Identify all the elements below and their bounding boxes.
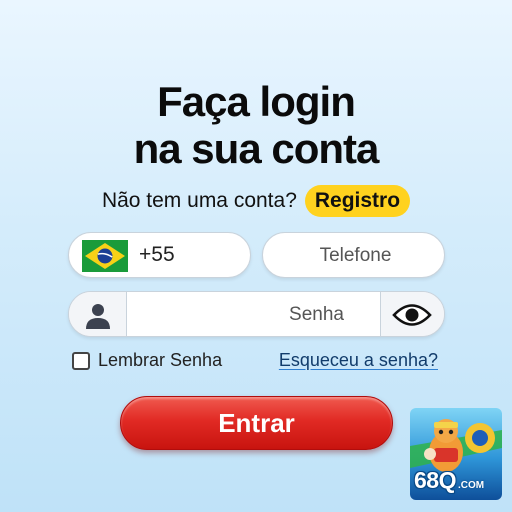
signup-row: Não tem uma conta? Registro	[0, 184, 512, 218]
phone-input[interactable]	[263, 233, 448, 279]
remember-password-option[interactable]: Lembrar Senha	[72, 350, 222, 371]
eye-icon	[392, 304, 432, 326]
remember-checkbox[interactable]	[72, 351, 90, 370]
promo-domain-text: .COM	[458, 480, 485, 491]
promo-brand-text: 68Q	[414, 467, 456, 493]
register-button[interactable]: Registro	[304, 185, 411, 217]
page-title-line-1: Faça login	[157, 78, 356, 125]
toggle-password-visibility-button[interactable]	[380, 292, 444, 336]
user-icon	[86, 304, 110, 329]
options-row: Lembrar Senha Esqueceu a senha?	[72, 348, 442, 376]
brazil-flag-icon	[82, 240, 128, 272]
login-button[interactable]: Entrar	[120, 396, 393, 450]
page-title: Faça login na sua conta	[0, 78, 512, 172]
remember-label: Lembrar Senha	[98, 350, 223, 370]
phone-field[interactable]	[262, 232, 448, 279]
password-field[interactable]	[68, 291, 445, 337]
country-code-value: +55	[139, 243, 175, 266]
user-slot	[69, 292, 127, 336]
page-title-line-2: na sua conta	[133, 125, 380, 172]
country-code-selector[interactable]: +55	[68, 232, 251, 278]
forgot-password-link[interactable]: Esqueceu a senha?	[279, 350, 438, 371]
promo-app-badge[interactable]: 68Q .COM	[410, 408, 502, 500]
signup-prompt: Não tem uma conta?	[101, 189, 297, 212]
